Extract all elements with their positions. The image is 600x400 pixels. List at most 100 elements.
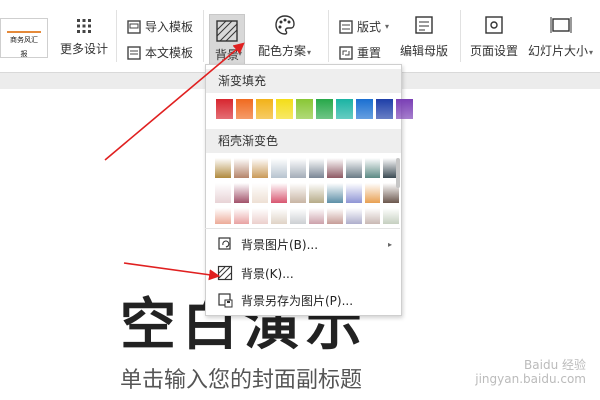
more-design-button[interactable]: 更多设计 [60,18,108,57]
daoke-swatch-row [215,208,399,224]
gradient-swatch[interactable] [296,99,313,119]
text-template-button[interactable]: 本文模板 [126,44,193,61]
background-button[interactable]: 背景 ▾ [209,14,245,66]
daoke-gradient-swatch[interactable] [252,158,269,178]
edit-master-label: 编辑母版 [400,44,449,58]
daoke-gradient-swatch[interactable] [327,158,343,178]
more-design-label: 更多设计 [60,42,109,56]
ribbon-divider [203,10,204,62]
daoke-swatch-row [215,158,399,178]
daoke-gradient-swatch[interactable] [233,183,250,203]
text-template-icon [127,45,141,60]
template-thumbnail-text: 商务风汇报 [7,31,41,58]
edit-master-button[interactable]: 编辑母版 [400,14,448,59]
gradient-swatch[interactable] [216,99,233,119]
daoke-gradient-swatch[interactable] [289,208,306,224]
page-setup-button[interactable]: 页面设置 [470,14,518,59]
color-scheme-button[interactable]: 配色方案▾ [258,14,311,59]
daoke-swatch-row [215,183,399,203]
layout-label: 版式 [357,20,382,34]
daoke-gradient-swatch[interactable] [271,158,287,178]
menu-item-background-image-label: 背景图片(B)... [241,237,319,252]
daoke-gradient-swatch[interactable] [215,183,231,203]
slide-size-button[interactable]: 幻灯片大小▾ [528,14,593,59]
chevron-down-icon: ▾ [238,49,243,58]
daoke-gradient-swatch[interactable] [364,208,381,224]
daoke-gradient-swatch[interactable] [233,158,250,178]
watermark-line1: Baidu 经验 [524,358,586,372]
daoke-gradient-swatch[interactable] [308,208,325,224]
daoke-gradient-swatch[interactable] [345,208,362,224]
menu-item-background-label: 背景(K)... [241,266,294,281]
daoke-gradient-swatch[interactable] [308,158,325,178]
image-refresh-icon [218,237,231,250]
palette-icon [274,15,295,35]
gradient-swatch[interactable] [256,99,273,119]
daoke-gradient-swatch[interactable] [233,208,250,224]
template-thumbnail[interactable]: 商务风汇报 [0,18,48,58]
swatch-scrollbar[interactable] [396,158,400,188]
reset-icon [339,45,353,60]
gradient-fill-header: 渐变填充 [206,69,401,93]
grid-icon [77,19,91,33]
daoke-gradient-swatch[interactable] [383,208,399,224]
daoke-gradient-swatch[interactable] [252,183,269,203]
daoke-gradient-swatch[interactable] [327,183,343,203]
gradient-swatch[interactable] [236,99,253,119]
background-hatch-icon [217,265,233,281]
reset-label: 重置 [357,46,382,60]
daoke-gradient-swatch[interactable] [215,208,231,224]
arrow-to-background-item [123,262,221,281]
slide-subtitle[interactable]: 单击输入您的封面副标题 [120,362,362,394]
daoke-gradient-swatch[interactable] [271,208,287,224]
chevron-down-icon: ▾ [307,48,312,57]
daoke-gradient-swatch[interactable] [327,208,343,224]
menu-item-save-background-as-image[interactable]: 背景另存为图片(P)... [205,288,400,312]
ribbon-toolbar: 商务风汇报 更多设计 导入模板 本文模板 背景 ▾ 配色方案▾ 版式 ▾ 重置 … [0,0,600,73]
daoke-gradient-grid [215,158,399,224]
reset-button[interactable]: 重置 [338,44,381,61]
chevron-down-icon: ▾ [589,48,594,57]
daoke-gradient-swatch[interactable] [364,158,381,178]
watermark-line2: jingyan.baidu.com [475,372,586,386]
edit-master-icon [415,16,433,34]
layout-button[interactable]: 版式 ▾ [338,18,389,35]
chevron-down-icon: ▾ [385,22,390,31]
daoke-gradient-swatch[interactable] [345,158,362,178]
daoke-gradient-swatch[interactable] [252,208,269,224]
import-template-icon [127,19,141,34]
gradient-fill-swatch-row [216,99,413,119]
gradient-swatch[interactable] [316,99,333,119]
daoke-gradient-swatch[interactable] [308,183,325,203]
daoke-gradient-swatch[interactable] [289,183,306,203]
daoke-gradient-swatch[interactable] [289,158,306,178]
background-hatch-icon [216,20,238,42]
menu-divider [205,228,400,229]
menu-item-background[interactable]: 背景(K)... [205,261,400,285]
ribbon-divider [116,10,117,62]
import-template-label: 导入模板 [145,20,194,34]
background-label: 背景 [215,48,240,62]
gradient-swatch[interactable] [356,99,373,119]
ribbon-divider [328,10,329,62]
slide-size-icon [550,17,572,33]
slide-size-label: 幻灯片大小 [528,44,589,58]
submenu-arrow-icon: ▸ [387,239,392,249]
gradient-swatch[interactable] [336,99,353,119]
page-setup-label: 页面设置 [470,44,519,58]
save-as-image-icon [218,293,233,308]
daoke-gradient-swatch[interactable] [345,183,362,203]
menu-item-background-image[interactable]: 背景图片(B)... ▸ [205,232,400,256]
menu-item-save-background-as-image-label: 背景另存为图片(P)... [241,293,354,308]
layout-icon [339,19,353,34]
gradient-swatch[interactable] [276,99,293,119]
gradient-swatch[interactable] [396,99,413,119]
import-template-button[interactable]: 导入模板 [126,18,193,35]
daoke-gradient-swatch[interactable] [271,183,287,203]
daoke-gradient-swatch[interactable] [364,183,381,203]
gradient-swatch[interactable] [376,99,393,119]
daoke-gradient-swatch[interactable] [215,158,231,178]
ribbon-divider [460,10,461,62]
color-scheme-label: 配色方案 [258,44,307,58]
text-template-label: 本文模板 [145,46,194,60]
